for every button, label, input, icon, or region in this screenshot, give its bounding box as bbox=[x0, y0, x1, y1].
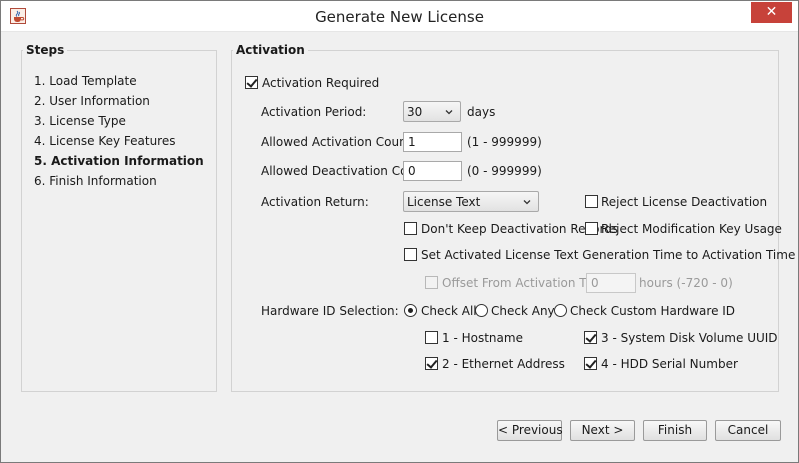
step-license-type: 3. License Type bbox=[34, 114, 126, 128]
check-any-radio[interactable] bbox=[475, 304, 488, 317]
previous-button[interactable]: < Previous bbox=[497, 420, 563, 441]
check-all-radio[interactable] bbox=[404, 304, 417, 317]
offset-field[interactable] bbox=[586, 273, 636, 293]
steps-panel-title: Steps bbox=[23, 43, 68, 57]
activation-period-select[interactable]: 30 bbox=[403, 101, 461, 122]
allowed-activation-input[interactable] bbox=[404, 133, 461, 151]
hardware-id-label: Hardware ID Selection: bbox=[261, 304, 399, 318]
check-any-label: Check Any bbox=[491, 304, 555, 318]
close-icon: ✕ bbox=[765, 4, 778, 20]
activation-required-checkbox[interactable] bbox=[245, 76, 258, 89]
dialog-window: Generate New License ✕ Steps 1. Load Tem… bbox=[0, 0, 799, 463]
ethernet-address-label: 2 - Ethernet Address bbox=[442, 357, 565, 371]
next-button[interactable]: Next > bbox=[570, 420, 635, 441]
offset-unit: hours (-720 - 0) bbox=[639, 276, 733, 290]
chevron-down-icon bbox=[523, 200, 531, 205]
allowed-activation-label: Allowed Activation Count: bbox=[261, 135, 416, 149]
hostname-checkbox[interactable] bbox=[425, 331, 438, 344]
hdd-serial-label: 4 - HDD Serial Number bbox=[601, 357, 738, 371]
step-finish-information: 6. Finish Information bbox=[34, 174, 157, 188]
window-title: Generate New License bbox=[315, 8, 484, 26]
activation-return-select[interactable]: License Text bbox=[403, 191, 539, 212]
check-all-label: Check All bbox=[421, 304, 477, 318]
activation-return-label: Activation Return: bbox=[261, 195, 369, 209]
activation-panel-title: Activation bbox=[233, 43, 308, 57]
activation-return-value: License Text bbox=[407, 195, 481, 209]
step-load-template: 1. Load Template bbox=[34, 74, 137, 88]
disk-volume-uuid-label: 3 - System Disk Volume UUID bbox=[601, 331, 778, 345]
close-button[interactable]: ✕ bbox=[751, 2, 792, 23]
step-license-key-features: 4. License Key Features bbox=[34, 134, 176, 148]
step-user-information: 2. User Information bbox=[34, 94, 150, 108]
allowed-deactivation-field[interactable] bbox=[403, 161, 462, 181]
set-generation-time-label: Set Activated License Text Generation Ti… bbox=[421, 248, 796, 262]
allowed-activation-range: (1 - 999999) bbox=[467, 135, 542, 149]
reject-deactivation-checkbox[interactable] bbox=[585, 195, 598, 208]
hdd-serial-checkbox[interactable] bbox=[584, 357, 597, 370]
disk-volume-uuid-checkbox[interactable] bbox=[584, 331, 597, 344]
activation-period-unit: days bbox=[467, 105, 496, 119]
offset-checkbox[interactable] bbox=[425, 276, 438, 289]
cancel-button[interactable]: Cancel bbox=[715, 420, 781, 441]
reject-modification-label: Reject Modification Key Usage bbox=[601, 222, 782, 236]
offset-input[interactable] bbox=[587, 274, 635, 292]
check-custom-radio[interactable] bbox=[554, 304, 567, 317]
activation-period-value: 30 bbox=[407, 105, 423, 119]
finish-button[interactable]: Finish bbox=[643, 420, 707, 441]
reject-deactivation-label: Reject License Deactivation bbox=[601, 195, 768, 209]
dont-keep-records-checkbox[interactable] bbox=[404, 222, 417, 235]
reject-modification-checkbox[interactable] bbox=[585, 222, 598, 235]
activation-required-label: Activation Required bbox=[262, 76, 380, 90]
allowed-deactivation-input[interactable] bbox=[404, 162, 461, 180]
set-generation-time-checkbox[interactable] bbox=[404, 248, 417, 261]
check-custom-label: Check Custom Hardware ID bbox=[570, 304, 736, 318]
ethernet-address-checkbox[interactable] bbox=[425, 357, 438, 370]
activation-period-label: Activation Period: bbox=[261, 105, 367, 119]
allowed-deactivation-range: (0 - 999999) bbox=[467, 164, 542, 178]
step-activation-information: 5. Activation Information bbox=[34, 154, 204, 168]
hostname-label: 1 - Hostname bbox=[442, 331, 523, 345]
chevron-down-icon bbox=[445, 110, 453, 115]
title-bar[interactable]: Generate New License ✕ bbox=[1, 1, 798, 32]
allowed-activation-field[interactable] bbox=[403, 132, 462, 152]
